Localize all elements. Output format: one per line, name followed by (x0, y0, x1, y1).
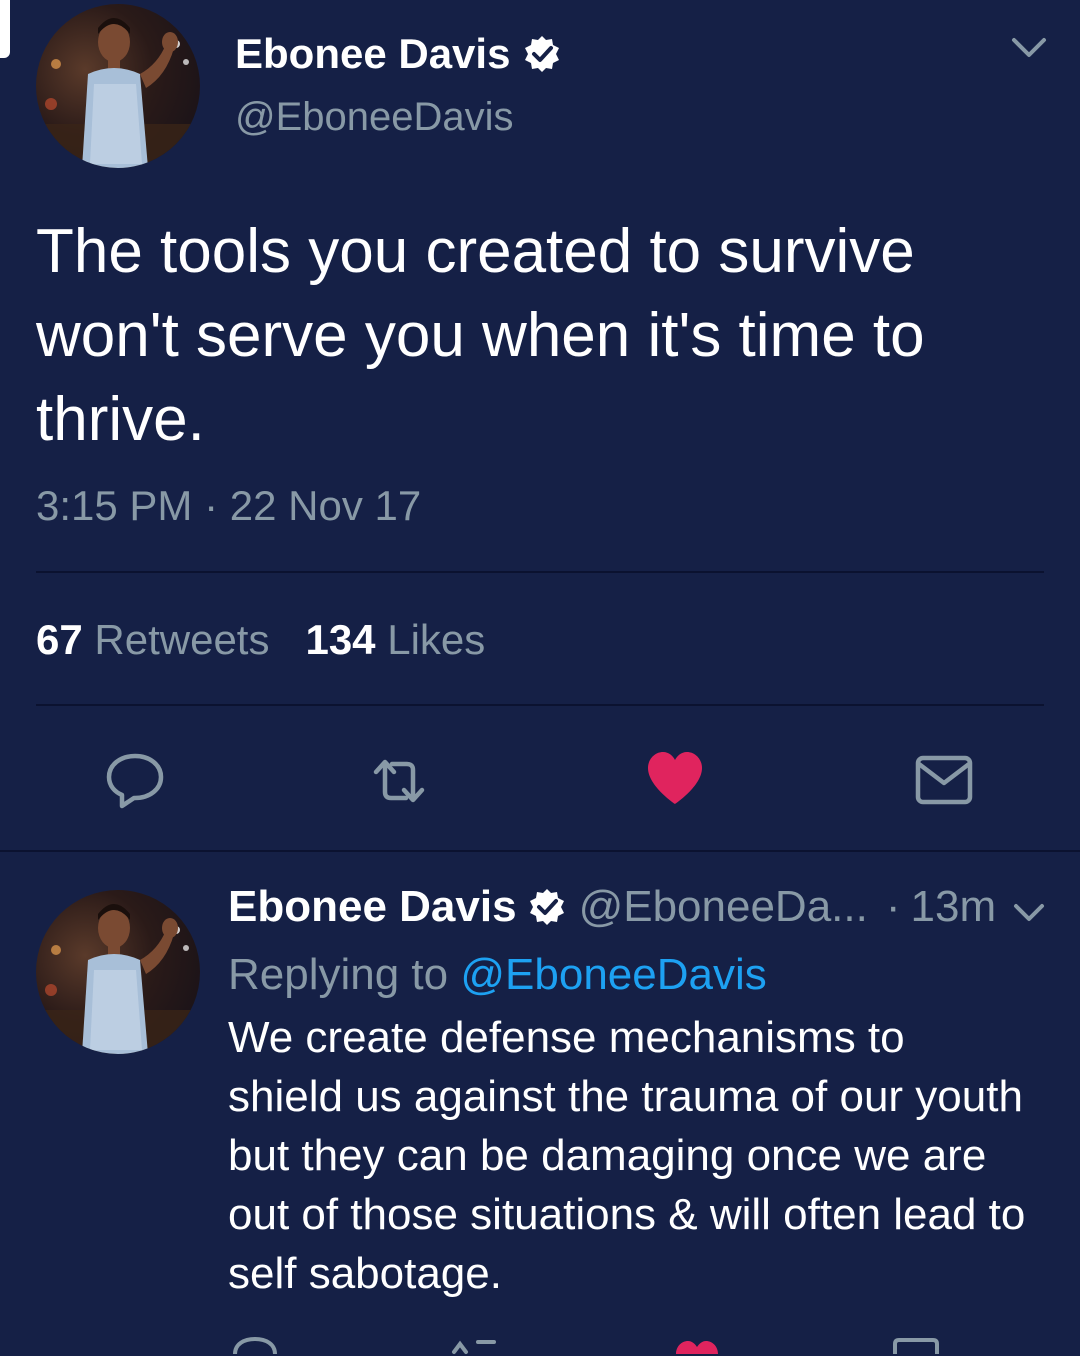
reply-bubble-icon[interactable] (104, 750, 166, 812)
reply-header: Ebonee Davis @EboneeDa... · 13m (228, 882, 1048, 932)
envelope-icon[interactable] (892, 1336, 940, 1356)
author-handle[interactable]: @EboneeDavis (235, 95, 514, 140)
reply-author-handle[interactable]: @EboneeDa... (579, 882, 868, 932)
reply-author-name[interactable]: Ebonee Davis (228, 882, 517, 932)
retweet-icon[interactable] (368, 750, 430, 812)
verified-badge-icon (529, 889, 564, 925)
heart-icon[interactable] (644, 748, 706, 810)
tweet-separator (0, 850, 1080, 852)
tweet-text: The tools you created to survive won't s… (36, 217, 925, 454)
likes-stat[interactable]: 134 Likes (305, 616, 485, 663)
replying-to: Replying to @EboneeDavis (228, 950, 767, 1000)
reply-bubble-icon[interactable] (232, 1336, 278, 1356)
retweets-stat[interactable]: 67 Retweets (36, 616, 269, 663)
retweets-count: 67 (36, 616, 83, 663)
likes-count: 134 (305, 616, 376, 663)
likes-label: Likes (387, 616, 486, 663)
divider (36, 571, 1044, 573)
retweets-label: Retweets (94, 616, 270, 663)
separator-dot: · (885, 882, 901, 931)
reply-text: We create defense mechanisms to shield u… (228, 1013, 1026, 1298)
status-bar-edge (0, 0, 10, 58)
avatar[interactable] (36, 890, 200, 1054)
author-name[interactable]: Ebonee Davis (235, 30, 562, 78)
mention-link[interactable]: @EboneeDavis (460, 950, 766, 999)
chevron-down-icon[interactable] (1010, 34, 1048, 62)
tweet-timestamp: 3:15 PM · 22 Nov 17 (36, 482, 422, 529)
chevron-down-icon[interactable] (1012, 900, 1046, 926)
author-name-text: Ebonee Davis (235, 30, 511, 77)
replying-prefix: Replying to (228, 950, 449, 999)
heart-icon[interactable] (672, 1336, 722, 1356)
envelope-icon[interactable] (913, 750, 975, 812)
reply-time: 13m (910, 882, 997, 931)
verified-badge-icon (525, 36, 560, 72)
retweet-icon[interactable] (450, 1336, 498, 1356)
tweet-stats: 67 Retweets 134 Likes (36, 616, 485, 664)
avatar[interactable] (36, 4, 200, 168)
divider (36, 704, 1044, 706)
